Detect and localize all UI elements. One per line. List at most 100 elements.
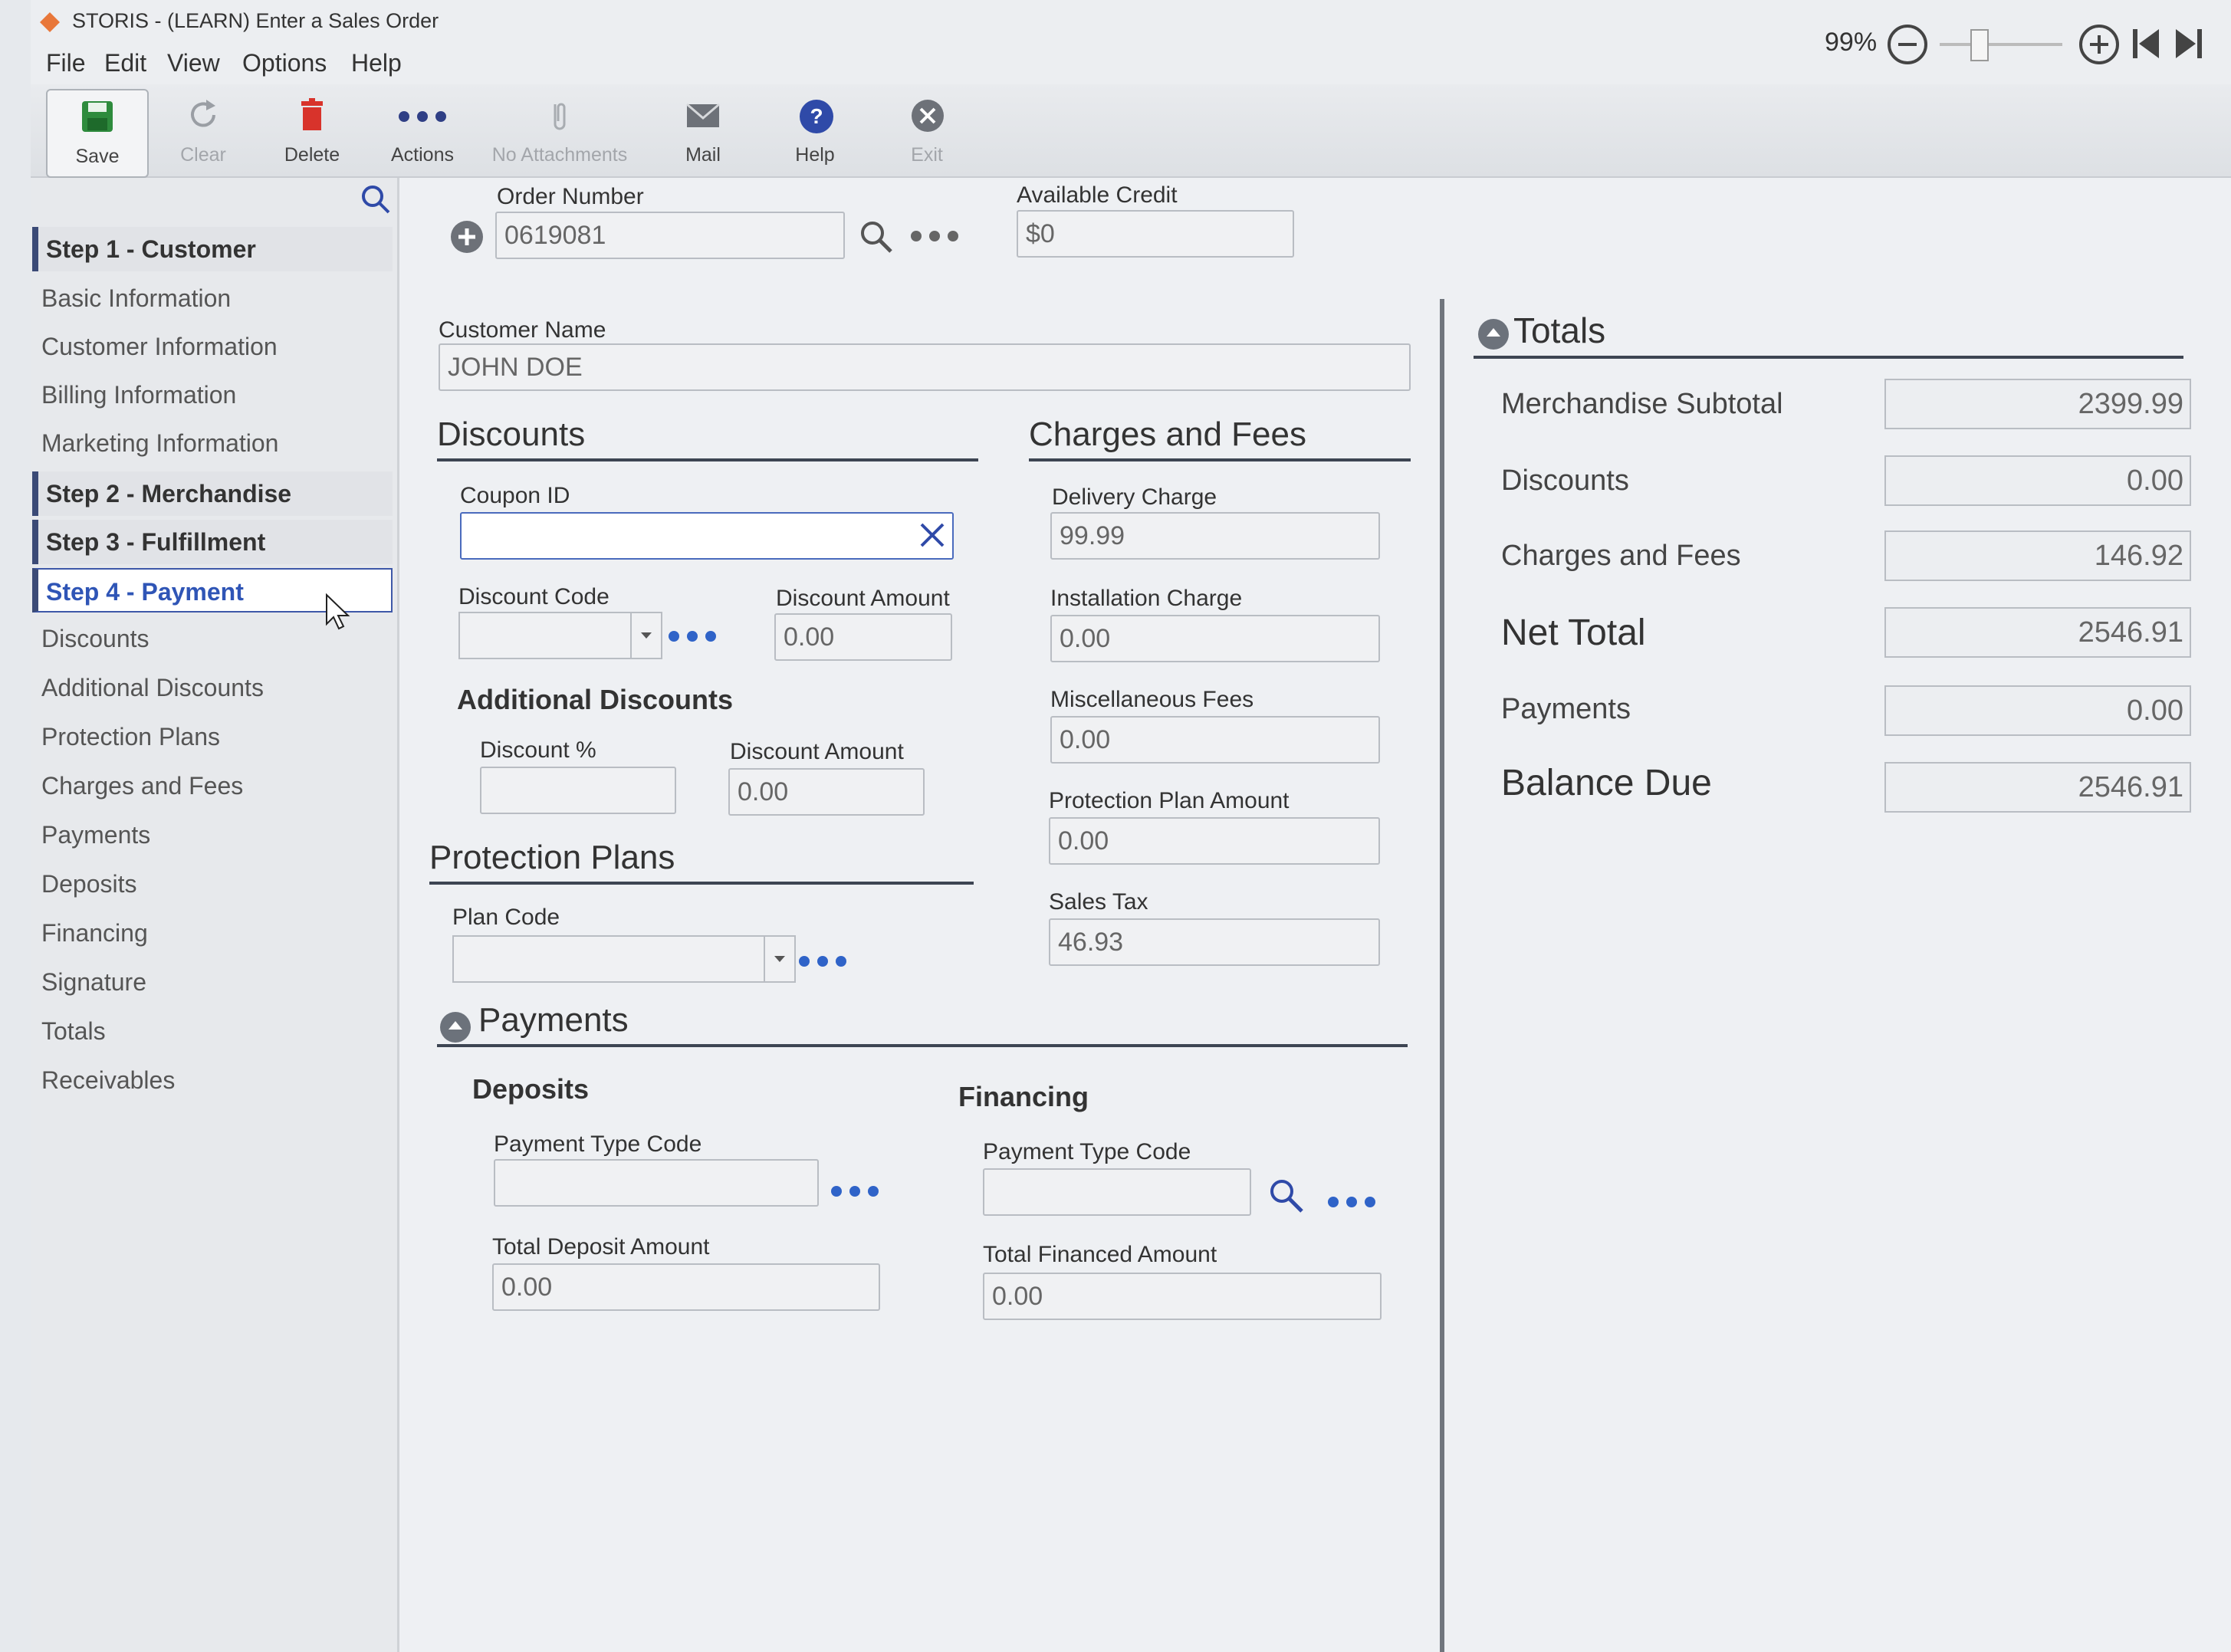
charges-and-fees-heading: Charges and Fees [1029,415,1411,461]
floppy-disk-icon [82,101,113,132]
save-button[interactable]: Save [46,89,149,178]
last-record-icon[interactable] [2171,26,2205,61]
search-icon[interactable] [360,184,391,215]
help-button[interactable]: ? Help [765,89,865,175]
nav-receivables[interactable]: Receivables [32,1058,393,1102]
totals-heading: Totals [1474,310,2183,359]
nav-discounts[interactable]: Discounts [32,616,393,661]
zoom-slider-handle[interactable] [1970,29,1989,61]
mail-button[interactable]: Mail [653,89,753,175]
nav-financing[interactable]: Financing [32,911,393,955]
deposit-payment-type-label: Payment Type Code [494,1131,702,1157]
payments-heading: Payments [437,1001,1408,1047]
total-deposit-amount-field: 0.00 [492,1263,880,1311]
deposit-payment-type-input[interactable] [494,1159,819,1207]
app-window: STORIS - (LEARN) Enter a Sales Order Fil… [31,0,2231,1652]
nav-step-3-fulfillment[interactable]: Step 3 - Fulfillment [32,520,393,564]
merchandise-subtotal-value: 2399.99 [1884,379,2191,429]
window-title: STORIS - (LEARN) Enter a Sales Order [72,9,439,32]
discount-percent-label: Discount % [480,737,596,763]
zoom-slider[interactable] [1940,29,2062,61]
menu-help[interactable]: Help [351,49,402,77]
delete-label: Delete [284,144,340,166]
nav-totals[interactable]: Totals [32,1009,393,1053]
totals-payments-label: Payments [1501,693,1631,725]
menu-view[interactable]: View [167,49,220,77]
plan-code-more-icon[interactable] [799,954,854,969]
plan-code-label: Plan Code [452,905,560,930]
merchandise-subtotal-label: Merchandise Subtotal [1501,388,1783,420]
nav-signature[interactable]: Signature [32,960,393,1004]
order-more-options-icon[interactable] [911,228,966,244]
clear-label: Clear [180,144,226,166]
attachments-button[interactable]: No Attachments [483,89,636,175]
chevron-down-icon[interactable] [630,613,661,658]
total-deposit-amount-label: Total Deposit Amount [492,1234,710,1260]
deposit-payment-type-more-icon[interactable] [831,1184,886,1199]
net-total-label: Net Total [1501,613,1646,653]
additional-discount-amount-label: Discount Amount [730,739,904,764]
zoom-in-icon[interactable] [2078,23,2121,66]
nav-billing-information[interactable]: Billing Information [32,373,393,417]
toolbar: Save Clear Delete Actions No Attachments… [31,84,2231,178]
order-number-input[interactable]: 0619081 [495,212,845,259]
storis-logo-icon [40,12,60,32]
discount-amount-field: 0.00 [774,613,952,661]
delete-button[interactable]: Delete [262,89,362,175]
financing-payment-type-more-icon[interactable] [1328,1194,1383,1210]
nav-charges-and-fees[interactable]: Charges and Fees [32,764,393,808]
financing-heading: Financing [958,1081,1089,1112]
zoom-control: 99% [1825,17,2216,66]
clear-button[interactable]: Clear [153,89,253,175]
nav-protection-plans[interactable]: Protection Plans [32,714,393,759]
nav-customer-information[interactable]: Customer Information [32,324,393,369]
nav-deposits[interactable]: Deposits [32,862,393,906]
discount-amount-label: Discount Amount [776,586,950,611]
attachments-label: No Attachments [491,144,628,166]
refresh-icon [191,100,215,127]
exit-button[interactable]: Exit [877,89,977,175]
zoom-out-icon[interactable] [1886,23,1929,66]
total-financed-amount-field: 0.00 [983,1273,1382,1320]
menu-file[interactable]: File [46,49,86,77]
nav-additional-discounts[interactable]: Additional Discounts [32,665,393,710]
clear-coupon-icon[interactable] [918,521,946,549]
svg-text:?: ? [810,104,823,128]
actions-button[interactable]: Actions [373,89,472,175]
nav-payments[interactable]: Payments [32,813,393,857]
totals-discounts-value: 0.00 [1884,455,2191,506]
discount-code-label: Discount Code [458,584,610,609]
discount-code-dropdown[interactable] [458,612,662,659]
first-record-icon[interactable] [2130,26,2164,61]
actions-label: Actions [391,144,454,166]
add-order-icon[interactable] [449,219,485,255]
chevron-down-icon[interactable] [764,937,794,981]
discount-percent-input[interactable] [480,767,676,814]
sales-tax-field: 46.93 [1049,918,1380,966]
mail-label: Mail [685,144,721,166]
total-financed-amount-label: Total Financed Amount [983,1242,1217,1267]
help-question-icon: ? [800,100,833,133]
nav-marketing-information[interactable]: Marketing Information [32,421,393,465]
menu-options[interactable]: Options [242,49,327,77]
plan-code-dropdown[interactable] [452,935,796,983]
installation-charge-field[interactable]: 0.00 [1050,615,1380,662]
discount-code-more-icon[interactable] [669,629,724,644]
totals-discounts-label: Discounts [1501,465,1629,497]
nav-step-2-merchandise[interactable]: Step 2 - Merchandise [32,471,393,516]
search-order-icon[interactable] [859,219,894,255]
nav-step-1-customer[interactable]: Step 1 - Customer [32,227,393,271]
protection-plan-amount-label: Protection Plan Amount [1049,788,1290,813]
financing-payment-type-input[interactable] [983,1168,1251,1216]
financing-search-icon[interactable] [1268,1177,1305,1214]
menu-edit[interactable]: Edit [104,49,146,77]
delivery-charge-field[interactable]: 99.99 [1050,512,1380,560]
coupon-id-input[interactable] [460,512,954,560]
delivery-charge-label: Delivery Charge [1052,484,1217,510]
protection-plans-heading: Protection Plans [429,839,974,885]
misc-fees-field[interactable]: 0.00 [1050,716,1380,764]
discounts-heading: Discounts [437,415,978,461]
sales-tax-label: Sales Tax [1049,889,1148,915]
nav-basic-information[interactable]: Basic Information [32,276,393,320]
totals-charges-value: 146.92 [1884,530,2191,581]
